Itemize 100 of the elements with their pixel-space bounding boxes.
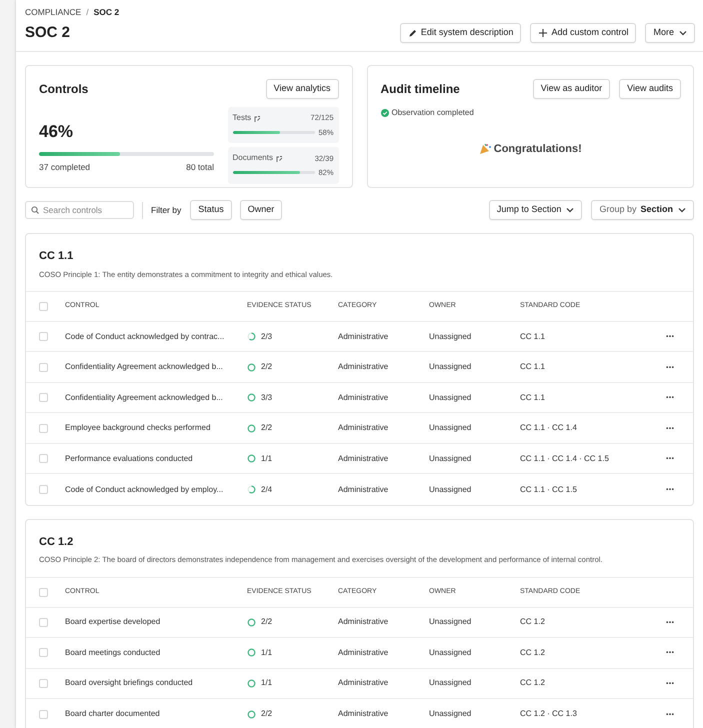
table-cell-text: Board meetings conducted	[65, 646, 162, 659]
metric-link[interactable]: Tests	[232, 112, 260, 124]
table-cell-text: Board oversight briefings conducted	[65, 677, 194, 690]
party-popper-icon	[478, 143, 491, 156]
table-cell-text: Board expertise developed	[65, 616, 162, 628]
metric-link[interactable]: Documents	[232, 152, 282, 164]
pencil-icon	[408, 28, 417, 38]
table-cell: 1/1	[261, 677, 272, 690]
table-cell-text: Unassigned	[429, 708, 472, 720]
filter-button[interactable]: Owner	[240, 200, 282, 220]
more-options-icon[interactable]	[666, 396, 674, 399]
table-cell-text: Administrative	[338, 392, 390, 404]
table-cell: 2/4	[261, 484, 272, 496]
plus-icon	[538, 28, 548, 38]
filter-button[interactable]: Status	[190, 200, 232, 220]
more-options-icon[interactable]	[666, 335, 674, 338]
table-cell-text: Code of Conduct acknowledged by contrac...	[65, 330, 226, 342]
table-cell: 1/1	[261, 452, 272, 464]
page-title: SOC 2	[25, 22, 70, 43]
table-cell-text: Employee background checks performed	[65, 422, 212, 434]
checkbox[interactable]	[39, 648, 48, 658]
more-options-icon[interactable]	[666, 488, 674, 491]
table-cell: 2/2	[261, 361, 272, 373]
checkbox[interactable]	[39, 454, 48, 463]
table-cell-text: CC 1.2 · CC 1.3	[520, 708, 578, 720]
table-cell-text: Administrative	[338, 330, 390, 342]
check-circle-icon	[380, 109, 388, 117]
more-options-icon[interactable]	[666, 426, 674, 430]
external-link-icon	[253, 114, 260, 122]
group-by-button[interactable]: Group by Section	[591, 200, 694, 220]
breadcrumb-separator: /	[86, 6, 89, 19]
table-cell-text: Unassigned	[429, 677, 472, 690]
checkbox[interactable]	[39, 678, 48, 688]
table-cell-text: Board charter documented	[65, 708, 161, 720]
table-cell-text: Performance evaluations conducted	[65, 452, 194, 464]
table-cell-text: Administrative	[338, 452, 390, 464]
more-options-icon[interactable]	[666, 366, 674, 368]
table-cell-text: Unassigned	[429, 646, 472, 659]
table-cell: 2/3	[261, 330, 272, 342]
external-link-icon	[274, 154, 282, 162]
view-analytics-button[interactable]: View analytics	[266, 79, 338, 99]
checkbox[interactable]	[39, 393, 48, 402]
view-button[interactable]: View as auditor	[532, 79, 610, 99]
table-cell-text: CC 1.1 · CC 1.4 · CC 1.5	[520, 452, 610, 464]
total-count: 80 total	[186, 160, 214, 174]
filter-label: Filter by	[151, 204, 182, 216]
table-cell-text: Unassigned	[429, 392, 472, 404]
table-cell-text: CC 1.1 · CC 1.4	[520, 422, 578, 434]
more-options-icon[interactable]	[666, 457, 674, 460]
add-button[interactable]: Add custom control	[530, 23, 636, 43]
table-cell: 3/3	[261, 392, 272, 404]
congratulations-message: Congratulations!	[494, 142, 582, 157]
more-options-icon[interactable]	[666, 682, 674, 685]
table-cell-text: CC 1.1 · CC 1.5	[520, 484, 578, 496]
checkbox[interactable]	[39, 362, 48, 372]
completion-percent: 46%	[39, 121, 74, 143]
chevron-down-icon	[678, 28, 687, 38]
table-cell-text: Unassigned	[429, 422, 472, 434]
table-cell-text: Administrative	[338, 708, 390, 720]
view-button[interactable]: View audits	[619, 79, 681, 99]
table-cell-text: Confidentiality Agreement acknowledged b...	[65, 361, 224, 373]
table-cell-text: Administrative	[338, 361, 390, 373]
edit-button[interactable]: Edit system description	[400, 23, 522, 43]
search-icon	[31, 206, 39, 214]
table-cell-text: Administrative	[338, 646, 390, 659]
table-cell-text: Unassigned	[429, 616, 472, 628]
search-field[interactable]: Search controls	[25, 201, 134, 219]
checkbox[interactable]	[39, 588, 48, 596]
checkbox[interactable]	[39, 710, 48, 719]
breadcrumb-item[interactable]: SOC 2	[94, 6, 120, 19]
table-cell-text: Unassigned	[429, 452, 472, 464]
table-cell-text: CC 1.2	[520, 616, 546, 628]
table-cell: 2/2	[261, 616, 272, 628]
jump-to-section-button[interactable]: Jump to Section	[488, 200, 582, 220]
table-cell-text: CC 1.2	[520, 646, 546, 659]
table-cell-text: CC 1.2	[520, 677, 546, 690]
more-options-icon[interactable]	[666, 712, 674, 716]
table-cell-text: CC 1.1	[520, 361, 546, 373]
table-cell: 1/1	[261, 646, 272, 659]
section-title: CC 1.2	[39, 534, 74, 550]
table-cell-text: Unassigned	[429, 330, 472, 342]
table-cell-text: Administrative	[338, 484, 390, 496]
status-text: Observation completed	[392, 107, 474, 119]
checkbox[interactable]	[39, 424, 48, 432]
table-cell-text: CC 1.1	[520, 392, 546, 404]
checkbox[interactable]	[39, 332, 48, 341]
checkbox[interactable]	[39, 618, 48, 627]
table-cell-text: Administrative	[338, 616, 390, 628]
chevron-down-icon	[677, 205, 686, 215]
dropdown-button[interactable]: More	[645, 23, 695, 43]
card-title: Audit timeline	[380, 81, 460, 98]
breadcrumb-item[interactable]: COMPLIANCE	[25, 6, 82, 19]
table-cell-text: Code of Conduct acknowledged by employ...	[65, 484, 224, 496]
table-cell: 2/2	[261, 422, 272, 434]
checkbox[interactable]	[39, 485, 48, 494]
more-options-icon[interactable]	[666, 620, 674, 624]
more-options-icon[interactable]	[666, 651, 674, 654]
table-cell-text: Unassigned	[429, 484, 472, 496]
checkbox[interactable]	[39, 302, 48, 311]
table-cell-text: Administrative	[338, 422, 390, 434]
